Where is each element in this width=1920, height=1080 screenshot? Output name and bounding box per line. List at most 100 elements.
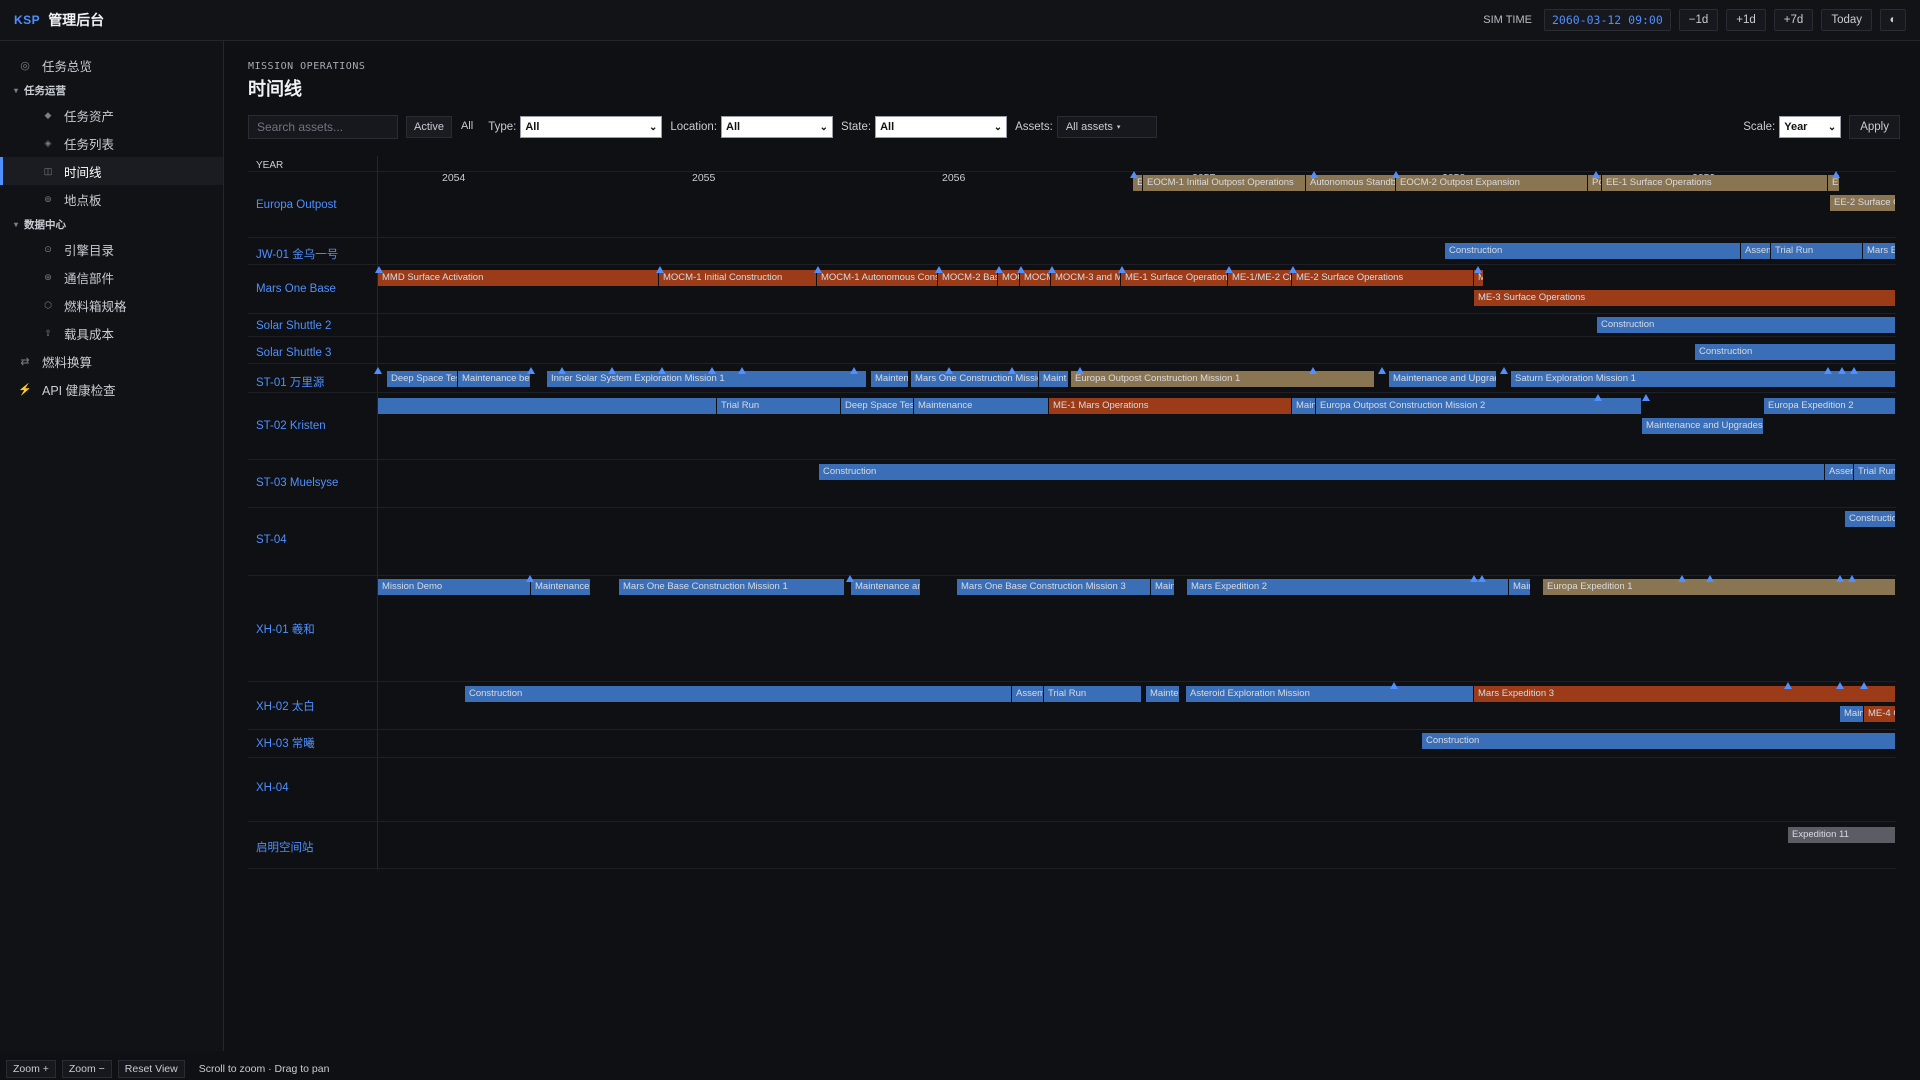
timeline-bar[interactable]: ME-3 Surface Operations	[1474, 290, 1896, 306]
timeline-bar[interactable]: EOCM-2 Outpost Expansion	[1396, 175, 1588, 191]
milestone-marker[interactable]	[1076, 367, 1084, 374]
timeline-bar[interactable]: MOCM-2 Base	[938, 270, 998, 286]
timeline-bar[interactable]: Deep Space Test	[387, 371, 458, 387]
type-select[interactable]: All ⌄	[520, 116, 663, 138]
timeline-bar[interactable]: Main	[1292, 398, 1316, 414]
milestone-marker[interactable]	[1836, 575, 1844, 582]
timeline-bar[interactable]: Construction	[1445, 243, 1741, 259]
timeline-bar[interactable]: MOCM-3 and MOCM	[1051, 270, 1121, 286]
timeline-bar[interactable]: Construction	[1422, 733, 1896, 749]
timeline-bar[interactable]: Construction	[1695, 344, 1896, 360]
sidebar-item-location-board[interactable]: ⊚ 地点板	[0, 185, 223, 213]
timeline-bar[interactable]: Maintenance	[1146, 686, 1180, 702]
timeline-bar[interactable]: Maintenance and Upgrades	[1389, 371, 1497, 387]
timeline-bar[interactable]: EE-2 Surface Operations	[1830, 195, 1896, 211]
timeline-bar[interactable]: Maintenance	[871, 371, 909, 387]
milestone-marker[interactable]	[1832, 171, 1840, 178]
timeline-bar[interactable]: EE-1 Surface Operations	[1602, 175, 1828, 191]
milestone-marker[interactable]	[1836, 682, 1844, 689]
reset-view-button[interactable]: Reset View	[117, 1060, 185, 1078]
timeline-bar[interactable]: Maintenance	[914, 398, 1049, 414]
milestone-marker[interactable]	[1850, 367, 1858, 374]
milestone-marker[interactable]	[1706, 575, 1714, 582]
plus-1d-button[interactable]: +1d	[1726, 9, 1766, 31]
timeline-bar[interactable]: MMD Surface Activation	[378, 270, 659, 286]
row-label-mars-one-base[interactable]: Mars One Base	[256, 283, 336, 295]
timeline-bar[interactable]: Europa Outpost Construction Mission 1	[1071, 371, 1375, 387]
location-select[interactable]: All ⌄	[721, 116, 834, 138]
filter-chip-all[interactable]: All	[454, 116, 480, 138]
timeline-bar[interactable]: Construction	[465, 686, 1012, 702]
sidebar-group-data[interactable]: ▾ 数据中心	[0, 213, 223, 235]
timeline-bar[interactable]: Maint	[1039, 371, 1069, 387]
sim-time-value[interactable]: 2060-03-12 09:00	[1543, 9, 1671, 31]
milestone-marker[interactable]	[526, 575, 534, 582]
sidebar-group-mission[interactable]: ▾ 任务运营	[0, 79, 223, 101]
milestone-marker[interactable]	[1474, 266, 1482, 273]
milestone-marker[interactable]	[846, 575, 854, 582]
today-button[interactable]: Today	[1821, 9, 1872, 31]
timeline-bar[interactable]: ME-4 Ops	[1864, 706, 1896, 722]
sidebar-item-overview[interactable]: ◎ 任务总览	[0, 51, 223, 79]
milestone-marker[interactable]	[1594, 394, 1602, 401]
timeline-bar[interactable]: Mars One Base Construction Mission 1	[619, 579, 845, 595]
milestone-marker[interactable]	[850, 367, 858, 374]
timeline-bar[interactable]: ME-1 Mars Operations	[1049, 398, 1292, 414]
milestone-marker[interactable]	[995, 266, 1003, 273]
milestone-marker[interactable]	[1378, 367, 1386, 374]
milestone-marker[interactable]	[1678, 575, 1686, 582]
milestone-marker[interactable]	[1310, 171, 1318, 178]
timeline-bar[interactable]: Assembly	[1741, 243, 1771, 259]
milestone-marker[interactable]	[1289, 266, 1297, 273]
milestone-marker[interactable]	[738, 367, 746, 374]
timeline-bar[interactable]: Mars Expedition	[1863, 243, 1896, 259]
row-label-solar-shuttle-3[interactable]: Solar Shuttle 3	[256, 347, 331, 359]
milestone-marker[interactable]	[708, 367, 716, 374]
sidebar-item-vehicle-cost[interactable]: ⇧ 载具成本	[0, 319, 223, 347]
milestone-marker[interactable]	[1390, 682, 1398, 689]
filter-chip-active[interactable]: Active	[406, 116, 452, 138]
minus-1d-button[interactable]: −1d	[1678, 9, 1719, 31]
row-label-qiming-station[interactable]: 启明空间站	[256, 839, 314, 855]
state-select[interactable]: All ⌄	[875, 116, 1008, 138]
brand[interactable]: KSP 管理后台	[14, 10, 104, 30]
timeline-bar[interactable]: EOCM-1 Initial Outpost Operations	[1143, 175, 1306, 191]
row-label-st-01[interactable]: ST-01 万里源	[256, 374, 324, 390]
milestone-marker[interactable]	[608, 367, 616, 374]
row-label-st-02[interactable]: ST-02 Kristen	[256, 420, 326, 432]
timeline-bar[interactable]: Expedition 11	[1788, 827, 1896, 843]
sidebar-item-fuel-calc[interactable]: ⇄ 燃料换算	[0, 347, 223, 375]
milestone-marker[interactable]	[527, 367, 535, 374]
row-label-xh-03[interactable]: XH-03 常曦	[256, 735, 315, 751]
timeline-bar[interactable]: Main	[1840, 706, 1864, 722]
sidebar-item-comm-parts[interactable]: ⊛ 通信部件	[0, 263, 223, 291]
milestone-marker[interactable]	[1500, 367, 1508, 374]
milestone-marker[interactable]	[1838, 367, 1846, 374]
row-label-st-04[interactable]: ST-04	[256, 534, 287, 546]
timeline-bar[interactable]: ME-1/ME-2 Crew	[1228, 270, 1292, 286]
milestone-marker[interactable]	[1592, 171, 1600, 178]
milestone-marker[interactable]	[1048, 266, 1056, 273]
sidebar-item-timeline[interactable]: ◫ 时间线	[0, 157, 223, 185]
timeline-bar[interactable]: Maintenance before	[458, 371, 531, 387]
apply-button[interactable]: Apply	[1849, 115, 1900, 139]
zoom-in-button[interactable]: Zoom +	[6, 1060, 56, 1078]
milestone-marker[interactable]	[935, 266, 943, 273]
timeline-bar[interactable]: Trial Run	[717, 398, 841, 414]
timeline-bar[interactable]: Deep Space Test	[841, 398, 914, 414]
milestone-marker[interactable]	[656, 266, 664, 273]
sidebar-item-fuel-tank-specs[interactable]: ⬡ 燃料箱规格	[0, 291, 223, 319]
timeline-bar[interactable]: Mission Demo	[378, 579, 531, 595]
milestone-marker[interactable]	[374, 367, 382, 374]
timeline-bar[interactable]: ME-1 Surface Operations	[1121, 270, 1228, 286]
row-label-xh-01[interactable]: XH-01 羲和	[256, 621, 315, 637]
zoom-out-button[interactable]: Zoom −	[61, 1060, 112, 1078]
milestone-marker[interactable]	[1848, 575, 1856, 582]
timeline-bar[interactable]: Maintenance and	[851, 579, 921, 595]
milestone-marker[interactable]	[1392, 171, 1400, 178]
milestone-marker[interactable]	[945, 367, 953, 374]
sidebar-item-mission-list[interactable]: ◈ 任务列表	[0, 129, 223, 157]
timeline-bar[interactable]: Mars One Base Construction Mission 3	[957, 579, 1151, 595]
timeline-bar[interactable]: Main	[1509, 579, 1531, 595]
milestone-marker[interactable]	[1824, 367, 1832, 374]
